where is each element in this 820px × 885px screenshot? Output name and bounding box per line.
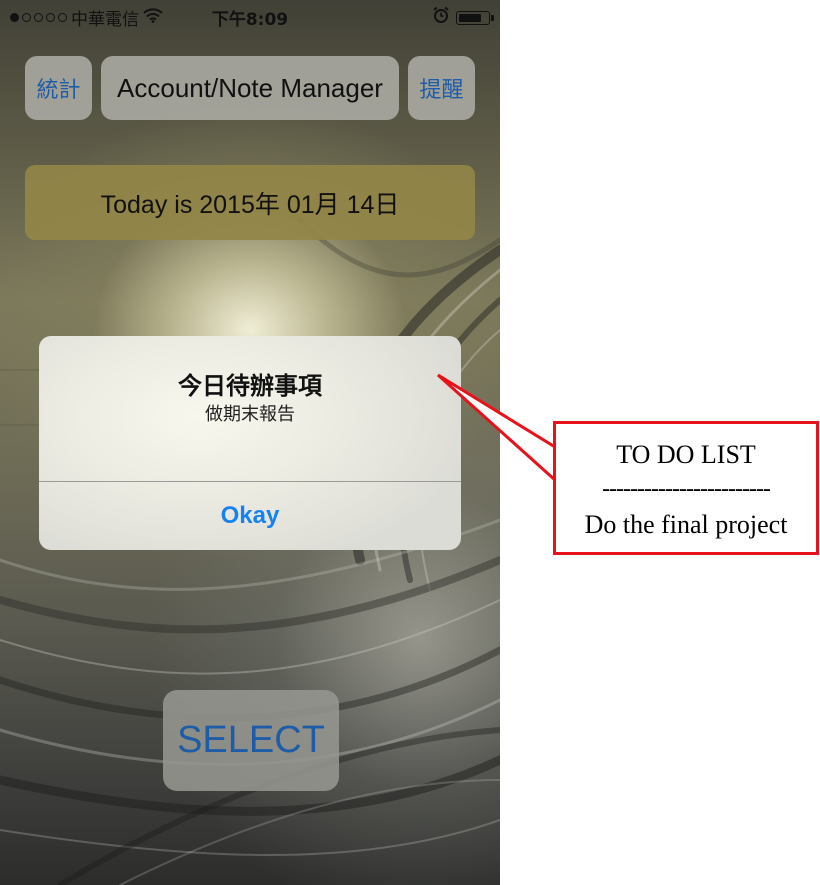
callout-separator: ------------------------ [602, 476, 771, 502]
callout-text: Do the final project [584, 510, 788, 539]
annotation-callout: TO DO LIST ------------------------ Do t… [553, 421, 819, 555]
screenshot-canvas: 中華電信 下午8:09 統計 Account/Note Manager 提醒 T… [0, 0, 820, 885]
callout-title: TO DO LIST [616, 440, 756, 469]
